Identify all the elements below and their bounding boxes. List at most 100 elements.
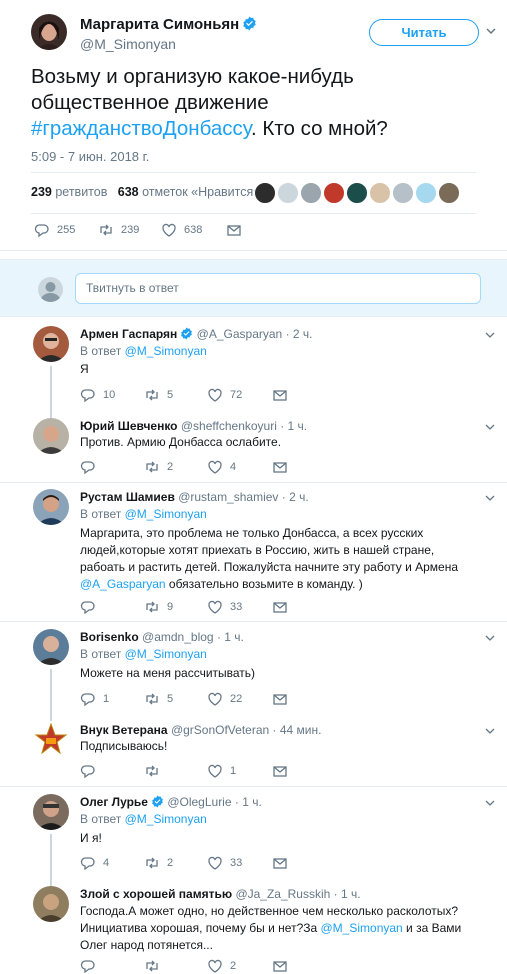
author-name-text[interactable]: Маргарита Симоньян — [80, 16, 239, 33]
reply-time[interactable]: · 2 ч. — [282, 490, 309, 504]
author-name[interactable]: Маргарита Симоньян — [80, 16, 257, 33]
retweet-button[interactable]: 9 — [144, 597, 173, 617]
reply-button[interactable]: 1 — [80, 689, 109, 709]
like-button[interactable]: 33 — [207, 853, 242, 873]
reply-to-handle[interactable]: @M_Simonyan — [125, 344, 207, 358]
liker-avatar[interactable] — [415, 182, 437, 204]
reply-tweet[interactable]: Юрий Шевченко @sheffchenkoyuri · 1 ч. Пр… — [0, 410, 507, 483]
reply-avatar[interactable] — [33, 722, 69, 758]
like-button[interactable]: 72 — [207, 385, 242, 405]
retweet-button[interactable]: 239 — [98, 220, 139, 240]
reply-avatar[interactable] — [33, 794, 69, 830]
retweet-button[interactable]: 5 — [144, 385, 173, 405]
reply-author-name[interactable]: Злой с хорошей памятью — [80, 887, 232, 901]
reply-tweet[interactable]: Армен Гаспарян @A_Gasparyan · 2 ч. В отв… — [0, 318, 507, 422]
retweet-button[interactable]: 5 — [144, 689, 173, 709]
retweet-button[interactable] — [144, 956, 167, 974]
message-button[interactable] — [272, 956, 288, 974]
message-button[interactable] — [272, 853, 288, 873]
chevron-down-icon[interactable] — [484, 329, 496, 341]
reply-tweet[interactable]: Олег Лурье @OlegLurie · 1 ч. В ответ @M_… — [0, 787, 507, 887]
chevron-down-icon[interactable] — [484, 421, 496, 433]
reply-author-handle[interactable]: @A_Gasparyan — [197, 327, 283, 341]
reply-tweet[interactable]: Злой с хорошей памятью @Ja_Za_Russkih · … — [0, 880, 507, 974]
hashtag-link[interactable]: #гражданствоДонбассу — [31, 117, 251, 140]
chevron-down-icon[interactable] — [484, 492, 496, 504]
reply-button[interactable]: 4 — [80, 853, 109, 873]
reply-time[interactable]: · 2 ч. — [286, 327, 313, 341]
reply-to-handle[interactable]: @M_Simonyan — [125, 812, 207, 826]
reply-author-name[interactable]: Юрий Шевченко — [80, 419, 178, 433]
reply-avatar[interactable] — [33, 326, 69, 362]
author-avatar[interactable] — [31, 14, 67, 50]
reply-avatar[interactable] — [33, 629, 69, 665]
follow-button[interactable]: Читать — [369, 19, 479, 46]
reply-tweet[interactable]: Внук Ветерана @grSonOfVeteran · 44 мин. … — [0, 714, 507, 787]
liker-avatar[interactable] — [346, 182, 368, 204]
liker-avatar[interactable] — [277, 182, 299, 204]
tweet-timestamp[interactable]: 5:09 - 7 июн. 2018 г. — [31, 149, 149, 164]
like-button[interactable]: 4 — [207, 457, 236, 477]
reply-button[interactable] — [80, 761, 103, 781]
author-handle[interactable]: @M_Simonyan — [80, 36, 176, 52]
reply-author-name[interactable]: Внук Ветерана — [80, 723, 168, 737]
retweets-count[interactable]: 239 — [31, 185, 52, 199]
reply-author-name[interactable]: Borisenko — [80, 630, 139, 644]
chevron-down-icon[interactable] — [484, 24, 498, 38]
liker-avatar[interactable] — [323, 182, 345, 204]
reply-tweet[interactable]: Рустам Шамиев @rustam_shamiev · 2 ч. В о… — [0, 483, 507, 622]
reply-input[interactable]: Твитнуть в ответ — [75, 273, 481, 304]
message-button[interactable] — [226, 220, 242, 240]
reply-avatar[interactable] — [33, 489, 69, 525]
chevron-down-icon[interactable] — [484, 632, 496, 644]
reply-time[interactable]: · 1 ч. — [217, 630, 244, 644]
mention-link[interactable]: @M_Simonyan — [321, 921, 403, 935]
reply-button[interactable] — [80, 597, 103, 617]
liker-avatar[interactable] — [254, 182, 276, 204]
reply-button[interactable]: 255 — [34, 220, 75, 240]
reply-avatar[interactable] — [33, 418, 69, 454]
message-button[interactable] — [272, 761, 288, 781]
like-button[interactable]: 1 — [207, 761, 236, 781]
retweet-button[interactable]: 2 — [144, 457, 173, 477]
message-button[interactable] — [272, 457, 288, 477]
chevron-down-icon[interactable] — [484, 797, 496, 809]
reply-author-name[interactable]: Рустам Шамиев — [80, 490, 175, 504]
reply-author-handle[interactable]: @amdn_blog — [142, 630, 214, 644]
message-button[interactable] — [272, 689, 288, 709]
reply-time[interactable]: · 1 ч. — [280, 419, 307, 433]
reply-author-handle[interactable]: @rustam_shamiev — [178, 490, 278, 504]
liker-avatar[interactable] — [369, 182, 391, 204]
chevron-down-icon[interactable] — [484, 725, 496, 737]
message-button[interactable] — [272, 385, 288, 405]
mention-link[interactable]: @A_Gasparyan — [80, 577, 166, 591]
message-button[interactable] — [272, 597, 288, 617]
reply-author-name[interactable]: Олег Лурье — [80, 795, 148, 809]
reply-button[interactable] — [80, 956, 103, 974]
likes-label[interactable]: отметок «Нравится» — [142, 185, 260, 199]
reply-author-handle[interactable]: @OlegLurie — [167, 795, 231, 809]
reply-button[interactable]: 10 — [80, 385, 115, 405]
reply-time[interactable]: · 44 мин. — [273, 723, 322, 737]
reply-author-handle[interactable]: @sheffchenkoyuri — [181, 419, 277, 433]
like-button[interactable]: 638 — [161, 220, 202, 240]
reply-author-handle[interactable]: @grSonOfVeteran — [171, 723, 269, 737]
reply-author-name[interactable]: Армен Гаспарян — [80, 327, 177, 341]
like-button[interactable]: 33 — [207, 597, 242, 617]
reply-time[interactable]: · 1 ч. — [334, 887, 361, 901]
liker-avatar[interactable] — [438, 182, 460, 204]
likes-count[interactable]: 638 — [118, 185, 139, 199]
retweets-label[interactable]: ретвитов — [55, 185, 107, 199]
reply-avatar[interactable] — [33, 886, 69, 922]
reply-tweet[interactable]: Borisenko @amdn_blog · 1 ч. В ответ @M_S… — [0, 622, 507, 721]
liker-avatar[interactable] — [300, 182, 322, 204]
like-button[interactable]: 2 — [207, 956, 236, 974]
reply-time[interactable]: · 1 ч. — [235, 795, 262, 809]
reply-to-handle[interactable]: @M_Simonyan — [125, 507, 207, 521]
retweet-button[interactable] — [144, 761, 167, 781]
liker-avatar[interactable] — [392, 182, 414, 204]
reply-button[interactable] — [80, 457, 103, 477]
reply-author-handle[interactable]: @Ja_Za_Russkih — [235, 887, 330, 901]
reply-to-handle[interactable]: @M_Simonyan — [125, 647, 207, 661]
like-button[interactable]: 22 — [207, 689, 242, 709]
